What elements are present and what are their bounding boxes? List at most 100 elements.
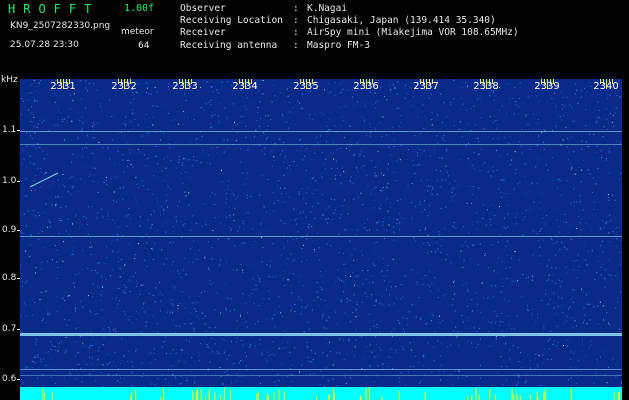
noise-dot: [384, 280, 385, 282]
time-tick-label: 2337: [413, 81, 439, 92]
noise-dot: [150, 362, 152, 364]
noise-dot: [308, 117, 310, 119]
noise-dot: [326, 222, 328, 224]
noise-dot: [361, 270, 363, 272]
noise-dot: [20, 264, 22, 266]
noise-dot: [374, 107, 376, 109]
noise-dot: [187, 117, 189, 119]
noise-dot: [306, 259, 308, 261]
noise-dot: [556, 241, 558, 243]
noise-dot: [521, 234, 523, 236]
noise-dot: [73, 93, 75, 95]
noise-dot: [585, 125, 587, 126]
noise-dot: [412, 96, 414, 98]
noise-dot: [548, 274, 550, 276]
noise-dot: [292, 107, 294, 109]
signal-spike: [368, 387, 370, 400]
noise-dot: [170, 353, 172, 355]
noise-dot: [501, 196, 503, 198]
noise-dot: [387, 366, 389, 367]
noise-dot: [354, 153, 356, 155]
noise-dot: [479, 377, 481, 379]
noise-dot: [173, 319, 175, 321]
signal-spike: [220, 395, 222, 400]
noise-dot: [371, 275, 373, 277]
noise-dot: [471, 224, 473, 226]
noise-dot: [570, 238, 572, 240]
noise-dot: [415, 316, 417, 318]
noise-dot: [570, 367, 572, 369]
noise-dot: [313, 359, 314, 361]
signal-spike: [257, 391, 259, 400]
noise-dot: [531, 314, 533, 316]
noise-dot: [258, 144, 260, 146]
noise-dot: [553, 92, 555, 94]
noise-dot: [97, 192, 99, 193]
noise-dot: [193, 302, 195, 304]
noise-dot: [188, 204, 190, 206]
noise-dot: [316, 232, 318, 234]
noise-dot: [319, 259, 321, 261]
noise-dot: [348, 338, 350, 340]
noise-dot: [37, 377, 38, 379]
noise-dot: [353, 355, 355, 357]
noise-dot: [268, 290, 270, 292]
noise-dot: [94, 269, 96, 271]
noise-dot: [165, 336, 167, 338]
noise-dot: [609, 221, 611, 223]
noise-dot: [422, 356, 424, 358]
noise-dot: [515, 101, 517, 103]
noise-dot: [444, 179, 446, 181]
noise-dot: [515, 104, 517, 105]
noise-dot: [388, 216, 390, 218]
noise-dot: [116, 365, 118, 367]
noise-dot: [606, 158, 607, 159]
noise-dot: [140, 151, 142, 153]
noise-dot: [347, 89, 349, 91]
noise-dot: [212, 282, 214, 284]
noise-dot: [393, 84, 394, 86]
noise-dot: [260, 224, 262, 226]
noise-dot: [566, 320, 568, 322]
noise-dot: [375, 102, 377, 104]
noise-dot: [397, 81, 399, 83]
noise-dot: [505, 228, 506, 230]
noise-dot: [168, 112, 170, 114]
noise-dot: [242, 360, 244, 362]
noise-dot: [281, 113, 283, 115]
noise-dot: [296, 223, 297, 225]
noise-dot: [150, 352, 152, 354]
noise-dot: [117, 132, 119, 134]
signal-spike: [160, 396, 162, 400]
signal-spike: [135, 389, 137, 400]
noise-dot: [302, 93, 304, 95]
noise-dot: [570, 203, 572, 204]
time-tick-label: 2335: [293, 81, 319, 92]
noise-dot: [114, 328, 116, 330]
noise-dot: [80, 335, 81, 337]
noise-dot: [431, 124, 433, 126]
noise-dot: [211, 258, 213, 259]
noise-dot: [440, 93, 442, 95]
noise-dot: [610, 219, 612, 221]
noise-dot: [102, 147, 104, 149]
noise-dot: [427, 242, 429, 244]
noise-dot: [272, 243, 274, 245]
noise-dot: [566, 248, 568, 250]
noise-dot: [193, 156, 195, 158]
noise-dot: [397, 320, 399, 322]
noise-dot: [163, 158, 165, 160]
noise-dot: [556, 188, 558, 189]
noise-dot: [477, 221, 479, 223]
noise-dot: [506, 204, 508, 206]
noise-dot: [529, 360, 531, 361]
noise-dot: [403, 328, 405, 330]
noise-dot: [284, 188, 286, 189]
noise-dot: [163, 180, 165, 182]
noise-dot: [341, 80, 343, 82]
noise-dot: [97, 262, 99, 264]
noise-dot: [40, 268, 42, 270]
noise-dot: [537, 365, 539, 367]
noise-dot: [91, 363, 93, 365]
noise-dot: [152, 249, 154, 251]
